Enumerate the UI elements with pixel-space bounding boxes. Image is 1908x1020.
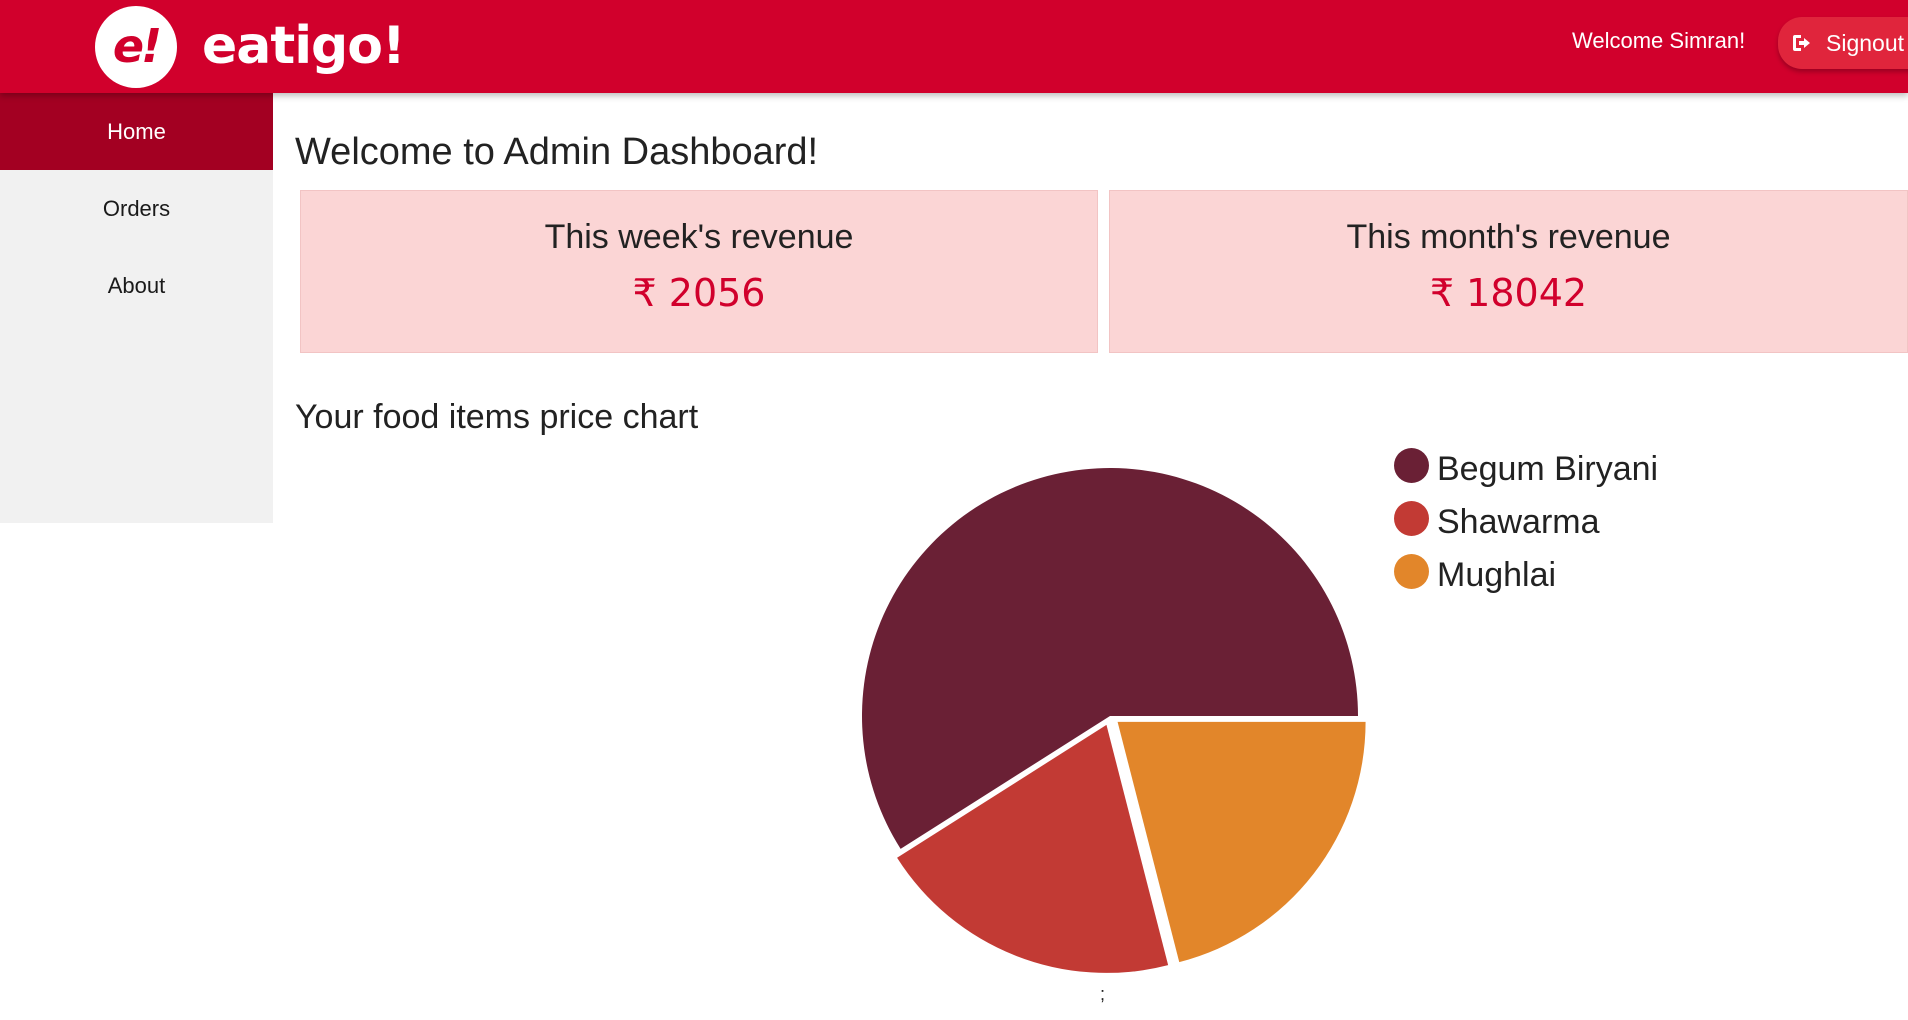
sidebar: Home Orders About bbox=[0, 93, 273, 523]
sidebar-item-orders[interactable]: Orders bbox=[0, 170, 273, 247]
chart-title: Your food items price chart bbox=[295, 398, 699, 436]
legend-item-mughlai[interactable]: Mughlai bbox=[1390, 551, 1890, 604]
legend-item-shawarma[interactable]: Shawarma bbox=[1390, 498, 1890, 551]
legend-label: Mughlai bbox=[1437, 556, 1557, 594]
weekly-revenue-card: This week's revenue ₹ 2056 bbox=[300, 190, 1098, 353]
weekly-revenue-label: This week's revenue bbox=[544, 218, 854, 256]
chart-legend: Begum Biryani Shawarma Mughlai bbox=[1390, 445, 1890, 604]
sidebar-item-about[interactable]: About bbox=[0, 247, 273, 324]
monthly-revenue-value: ₹ 18042 bbox=[1429, 271, 1588, 315]
signout-label: Signout bbox=[1826, 30, 1905, 56]
price-pie-chart bbox=[861, 467, 1366, 973]
legend-item-begum-biryani[interactable]: Begum Biryani bbox=[1390, 445, 1890, 498]
monthly-revenue-label: This month's revenue bbox=[1346, 218, 1671, 256]
brand-logo-text[interactable]: eatigo! bbox=[202, 12, 406, 80]
legend-swatch bbox=[1394, 501, 1429, 536]
logo-badge[interactable]: e! bbox=[95, 6, 177, 88]
legend-swatch bbox=[1394, 448, 1429, 483]
legend-label: Begum Biryani bbox=[1437, 450, 1659, 488]
monthly-revenue-card: This month's revenue ₹ 18042 bbox=[1109, 190, 1908, 353]
welcome-user-text: Welcome Simran! bbox=[1572, 28, 1746, 53]
sign-out-icon bbox=[1793, 35, 1810, 51]
top-header: e! eatigo! Welcome Simran! Signout bbox=[0, 0, 1908, 93]
weekly-revenue-value: ₹ 2056 bbox=[632, 271, 766, 315]
sidebar-item-home[interactable]: Home bbox=[0, 93, 273, 170]
legend-swatch bbox=[1394, 554, 1429, 589]
legend-label: Shawarma bbox=[1437, 503, 1600, 541]
signout-button[interactable]: Signout bbox=[1778, 17, 1908, 69]
logo-badge-text: e! bbox=[112, 19, 162, 73]
page-title: Welcome to Admin Dashboard! bbox=[295, 131, 819, 173]
stray-mark-text: ; bbox=[1100, 984, 1106, 1004]
